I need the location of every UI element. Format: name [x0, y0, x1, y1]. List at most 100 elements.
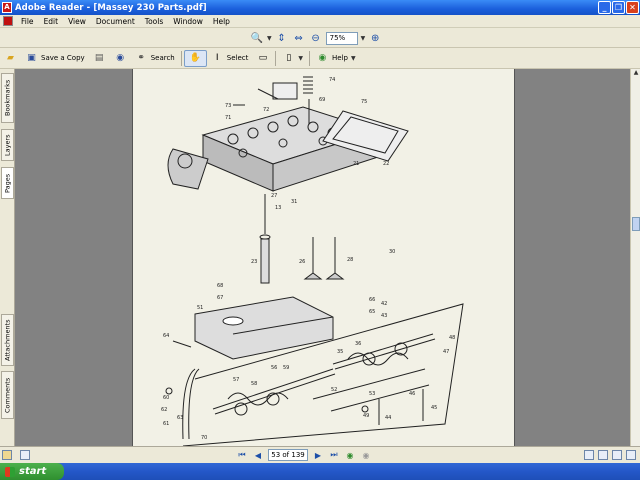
tab-pages[interactable]: Pages	[1, 167, 14, 199]
next-page-icon[interactable]: ▶	[312, 449, 324, 461]
snapshot-button[interactable]: ▭	[252, 50, 273, 67]
callout-label: 53	[369, 391, 375, 397]
zoom-out-icon[interactable]: ⊖	[309, 31, 323, 45]
callout-label: 74	[329, 77, 335, 83]
adobe-reader-icon: A	[2, 2, 12, 13]
zoom-in-tool-icon[interactable]: 🔍	[250, 31, 264, 45]
callout-label: 22	[383, 161, 389, 167]
page-number-field[interactable]: 53 of 139	[268, 449, 308, 461]
toolbar-separator	[308, 50, 310, 66]
search-button[interactable]: ⚭ Search	[131, 50, 179, 67]
document-properties-icon[interactable]	[20, 450, 30, 460]
menu-window[interactable]: Window	[168, 17, 208, 26]
callout-label: 13	[275, 205, 281, 211]
start-label: start	[19, 466, 47, 477]
first-page-icon[interactable]: ⏮	[236, 449, 248, 461]
tab-attachments[interactable]: Attachments	[1, 314, 14, 366]
fit-page-icon[interactable]: ⇕	[275, 31, 289, 45]
camera-icon: ▭	[258, 53, 268, 63]
open-button[interactable]: ▰	[0, 50, 21, 67]
menu-tools[interactable]: Tools	[140, 17, 168, 26]
facing-icon[interactable]	[626, 450, 636, 460]
document-icon[interactable]	[3, 16, 13, 26]
menu-file[interactable]: File	[16, 17, 39, 26]
select-tool-button[interactable]: Ⅰ Select	[207, 50, 253, 67]
help-label: Help	[331, 54, 348, 62]
previous-view-icon[interactable]: ◉	[344, 449, 356, 461]
continuous-icon[interactable]	[598, 450, 608, 460]
minimize-button[interactable]: _	[598, 1, 611, 14]
save-copy-button[interactable]: ▣ Save a Copy	[21, 50, 89, 67]
callout-label: 43	[381, 313, 387, 319]
callout-label: 51	[197, 305, 203, 311]
document-area[interactable]: 73 71 72 74 69 75 51 66 65 64 56 60 62 6…	[15, 69, 630, 446]
save-copy-label: Save a Copy	[41, 54, 85, 62]
help-button[interactable]: ◉ Help ▼	[312, 50, 360, 67]
restore-button[interactable]: ❐	[612, 1, 625, 14]
zoom-dropdown-icon[interactable]: ▼	[361, 35, 366, 42]
chevron-down-icon: ▼	[350, 54, 356, 62]
callout-label: 42	[381, 301, 387, 307]
callout-label: 31	[291, 199, 297, 205]
callout-label: 48	[449, 335, 455, 341]
callout-label: 27	[271, 193, 277, 199]
scroll-up-icon[interactable]: ▲	[631, 69, 640, 79]
disk-icon: ▣	[27, 53, 36, 63]
callout-label: 60	[163, 395, 169, 401]
callout-label: 26	[299, 259, 305, 265]
callout-label: 68	[217, 283, 223, 289]
page-layout-buttons	[584, 450, 636, 460]
callout-label: 58	[251, 381, 257, 387]
callout-label: 45	[431, 405, 437, 411]
windows-logo-icon	[5, 466, 15, 477]
folder-icon: ▰	[7, 53, 14, 63]
close-button[interactable]: ✕	[626, 1, 639, 14]
email-icon: ◉	[116, 53, 125, 63]
continuous-facing-icon[interactable]	[612, 450, 622, 460]
zoom-in-icon[interactable]: ⊕	[368, 31, 382, 45]
menu-bar: File Edit View Document Tools Window Hel…	[0, 15, 640, 28]
window-title: Adobe Reader - [Massey 230 Parts.pdf]	[15, 2, 207, 13]
callout-label: 47	[443, 349, 449, 355]
previous-page-icon[interactable]: ◀	[252, 449, 264, 461]
page-view-button[interactable]: ▯ ▼	[278, 50, 307, 67]
menu-view[interactable]: View	[63, 17, 91, 26]
toolbar-separator	[275, 50, 277, 66]
next-view-icon[interactable]: ◉	[360, 449, 372, 461]
start-button[interactable]: start	[0, 463, 64, 480]
callout-label: 73	[225, 103, 231, 109]
fit-width-icon[interactable]: ⇔	[292, 31, 306, 45]
status-bar: ⏮ ◀ 53 of 139 ▶ ⏭ ◉ ◉	[0, 446, 640, 463]
scrollbar-thumb[interactable]	[632, 217, 640, 231]
email-button[interactable]: ◉	[110, 50, 131, 67]
callout-label: 72	[263, 107, 269, 113]
vertical-scrollbar[interactable]: ▲	[630, 69, 640, 446]
lock-icon[interactable]	[2, 450, 12, 460]
print-button[interactable]: ▤	[89, 50, 110, 67]
callout-label: 44	[385, 415, 391, 421]
callout-label: 36	[355, 341, 361, 347]
chevron-down-icon[interactable]: ▼	[267, 35, 272, 42]
menu-document[interactable]: Document	[91, 17, 140, 26]
text-cursor-icon: Ⅰ	[215, 53, 219, 63]
zoom-input[interactable]: 75%	[325, 31, 358, 45]
menu-edit[interactable]: Edit	[39, 17, 64, 26]
callout-label: 23	[251, 259, 257, 265]
main-toolbar: ▰ ▣ Save a Copy ▤ ◉ ⚭ Search ✋ Ⅰ Select …	[0, 48, 640, 69]
last-page-icon[interactable]: ⏭	[328, 449, 340, 461]
callout-label: 46	[409, 391, 415, 397]
single-page-icon[interactable]	[584, 450, 594, 460]
pdf-page[interactable]: 73 71 72 74 69 75 51 66 65 64 56 60 62 6…	[132, 69, 515, 446]
callout-label: 70	[201, 435, 207, 441]
hand-tool-button[interactable]: ✋	[183, 49, 207, 67]
tab-bookmarks[interactable]: Bookmarks	[1, 73, 14, 123]
tab-layers[interactable]: Layers	[1, 129, 14, 161]
callout-label: 66	[369, 297, 375, 303]
callout-label: 59	[283, 365, 289, 371]
navigation-pane: Bookmarks Layers Pages Attachments Comme…	[0, 69, 15, 446]
menu-help[interactable]: Help	[208, 17, 235, 26]
zoom-toolbar: 🔍 ▼ ⇕ ⇔ ⊖ 75% ▼ ⊕	[0, 28, 640, 48]
status-icons	[2, 450, 30, 460]
tab-comments[interactable]: Comments	[1, 371, 14, 419]
hand-icon: ✋	[189, 53, 201, 63]
